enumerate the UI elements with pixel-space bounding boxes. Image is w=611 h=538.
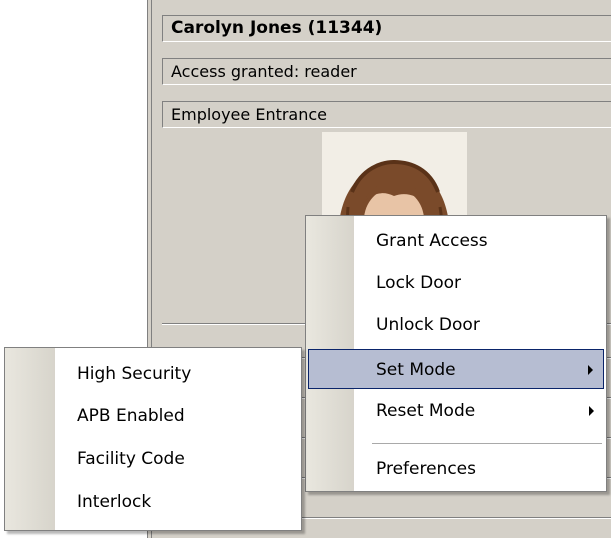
menu-item-label: Grant Access: [376, 231, 488, 251]
menu-item-label: Reset Mode: [376, 401, 476, 421]
menu-item-interlock[interactable]: Interlock: [7, 482, 299, 522]
submenu-arrow-icon: [589, 406, 594, 416]
menu-separator: [372, 443, 602, 444]
menu-item-reset-mode[interactable]: Reset Mode: [308, 391, 604, 431]
menu-item-label: Unlock Door: [376, 315, 480, 335]
access-status: Access granted: reader: [162, 58, 611, 85]
cardholder-name: Carolyn Jones (11344): [162, 15, 611, 42]
door-name: Employee Entrance: [162, 101, 611, 128]
menu-item-set-mode[interactable]: Set Mode: [308, 349, 604, 389]
menu-item-unlock-door[interactable]: Unlock Door: [308, 305, 604, 345]
menu-item-label: Lock Door: [376, 273, 462, 293]
menu-item-grant-access[interactable]: Grant Access: [308, 221, 604, 261]
menu-item-label: Set Mode: [376, 360, 456, 380]
menu-item-label: Interlock: [77, 492, 152, 512]
menu-item-label: High Security: [77, 364, 192, 384]
menu-item-label: APB Enabled: [77, 406, 185, 426]
menu-item-high-security[interactable]: High Security: [7, 354, 299, 394]
menu-item-apb-enabled[interactable]: APB Enabled: [7, 396, 299, 436]
submenu-arrow-icon: [588, 365, 593, 375]
menu-item-label: Facility Code: [77, 449, 185, 469]
menu-item-facility-code[interactable]: Facility Code: [7, 439, 299, 479]
menu-item-lock-door[interactable]: Lock Door: [308, 263, 604, 303]
set-mode-submenu: High Security APB Enabled Facility Code …: [4, 347, 302, 531]
menu-item-label: Preferences: [376, 459, 476, 479]
menu-item-preferences[interactable]: Preferences: [308, 449, 604, 489]
context-menu: Grant Access Lock Door Unlock Door Set M…: [305, 215, 607, 492]
